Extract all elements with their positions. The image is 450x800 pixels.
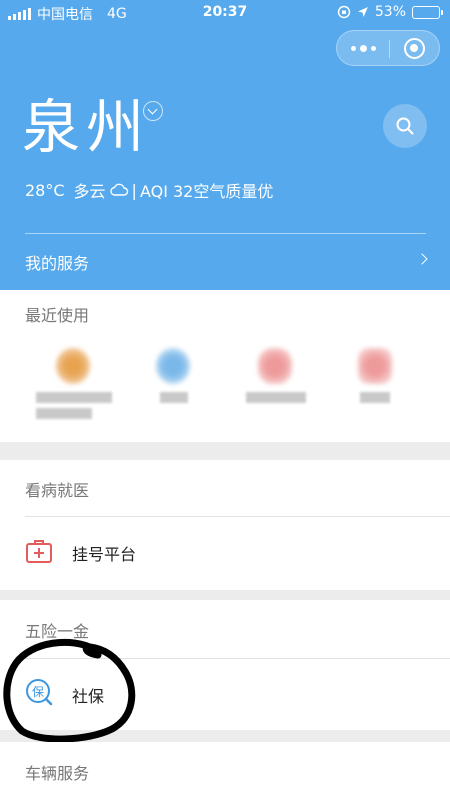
location-icon [357, 7, 368, 17]
battery-icon [412, 5, 443, 19]
recent-app-icon [56, 348, 90, 384]
aqi-label: AQI 32空气质量优 [139, 182, 274, 201]
more-menu-button[interactable] [337, 31, 389, 65]
recent-app-icon [358, 348, 392, 384]
service-label: 挂号平台 [72, 545, 137, 564]
handdrawn-circle-annotation [3, 638, 136, 743]
weather-condition: 多云 [73, 182, 106, 201]
header-divider [25, 233, 426, 234]
blurred-label [36, 392, 112, 403]
cloud-icon [109, 183, 128, 196]
city-name[interactable]: 泉州 [22, 92, 150, 162]
blurred-label [246, 392, 306, 403]
rotation-lock-icon [337, 5, 351, 19]
weather-separator: | [131, 180, 137, 200]
blurred-label [160, 392, 188, 403]
search-button[interactable] [383, 104, 427, 148]
status-bar: 中国电信 4G 20:37 53% [0, 0, 450, 26]
recent-app-icon [156, 348, 190, 384]
capsule-divider [389, 40, 390, 58]
recent-title: 最近使用 [25, 306, 90, 325]
weather-info: 28°C 多云 | AQI 32空气质量优 [25, 178, 273, 202]
recent-app-icon [258, 348, 292, 384]
my-services-link[interactable]: 我的服务 [25, 250, 89, 274]
blurred-label [36, 408, 92, 419]
miniprogram-capsule [336, 30, 440, 66]
medical-title: 看病就医 [25, 481, 90, 500]
service-row-registration[interactable]: 挂号平台 [0, 517, 450, 587]
temperature: 28°C [25, 180, 65, 200]
status-right: 53% [337, 4, 443, 20]
city-dropdown-icon[interactable] [143, 101, 163, 121]
blurred-label [360, 392, 390, 403]
hospital-kit-icon [26, 540, 52, 563]
close-miniprogram-button[interactable] [404, 38, 425, 59]
battery-label: 53% [374, 4, 406, 20]
chevron-right-icon[interactable] [416, 253, 428, 265]
vehicle-title: 车辆服务 [25, 764, 90, 783]
city-header: 中国电信 4G 20:37 53% 泉州 28°C 多云 | AQI 32空气质… [0, 0, 450, 290]
search-icon [396, 117, 414, 135]
